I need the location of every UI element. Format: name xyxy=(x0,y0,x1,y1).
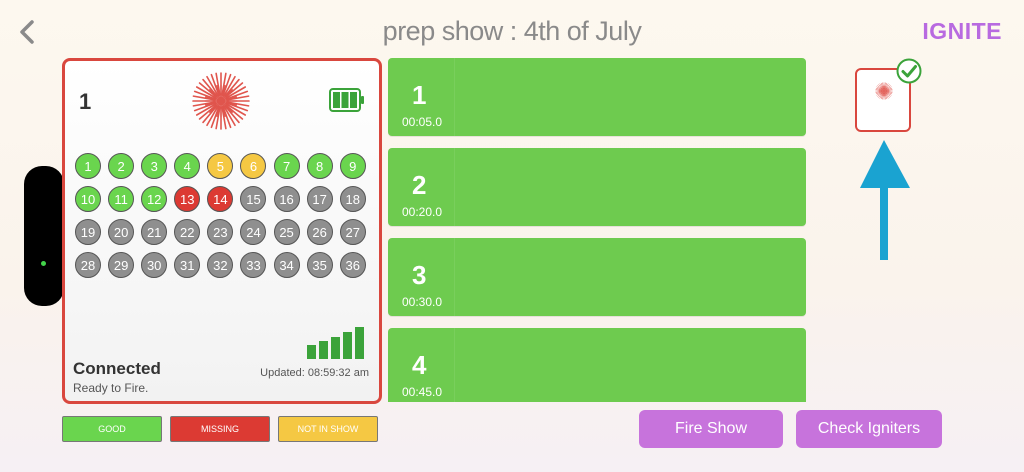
firework-icon xyxy=(875,82,893,100)
cue-circle[interactable]: 6 xyxy=(240,153,267,179)
cue-number: 4 xyxy=(412,350,427,380)
cue-circle[interactable]: 26 xyxy=(306,219,333,245)
cue-circle[interactable]: 2 xyxy=(108,153,135,179)
cue-time: 00:30.0 xyxy=(402,295,443,309)
module-card[interactable]: 1 1 2 3 4 5 6 7 8 9 10 11 12 13 14 15 16 17 18 19 20 21 22 23 2… xyxy=(62,58,382,404)
cue-circle[interactable]: 10 xyxy=(75,186,101,212)
cue-circle[interactable]: 25 xyxy=(273,219,300,245)
cue-circle[interactable]: 13 xyxy=(174,186,201,212)
cue-circle[interactable]: 32 xyxy=(207,252,234,278)
row-divider xyxy=(454,148,455,226)
cue-circle[interactable]: 27 xyxy=(339,219,366,245)
signal-strength-icon xyxy=(307,327,364,359)
cue-circle[interactable]: 16 xyxy=(273,186,300,212)
cue-circle[interactable]: 31 xyxy=(174,252,201,278)
cue-circle[interactable]: 33 xyxy=(240,252,267,278)
cue-time: 00:05.0 xyxy=(402,115,443,129)
cue-circle[interactable]: 34 xyxy=(273,252,300,278)
legend-good: GOOD xyxy=(62,416,162,442)
checkmark-icon xyxy=(896,58,922,84)
show-cue-row[interactable]: 3 00:30.0 xyxy=(388,238,806,316)
side-drawer-handle[interactable] xyxy=(24,166,64,306)
cue-circle[interactable]: 9 xyxy=(339,153,366,179)
cue-number: 1 xyxy=(412,80,427,110)
cue-circle[interactable]: 8 xyxy=(306,153,333,179)
cue-circle[interactable]: 30 xyxy=(141,252,168,278)
row-divider xyxy=(454,58,455,136)
cue-circle[interactable]: 23 xyxy=(207,219,234,245)
fire-show-button[interactable]: Fire Show xyxy=(639,410,783,448)
cue-number: 2 xyxy=(412,170,427,200)
cue-grid: 1 2 3 4 5 6 7 8 9 10 11 12 13 14 15 16 17 18 19 20 21 22 23 24 2… xyxy=(75,153,369,278)
module-number: 1 xyxy=(79,89,92,114)
cue-circle[interactable]: 15 xyxy=(240,186,267,212)
cue-circle[interactable]: 28 xyxy=(75,252,101,278)
show-cue-row[interactable]: 1 00:05.0 xyxy=(388,58,806,136)
cue-circle[interactable]: 21 xyxy=(141,219,168,245)
firework-icon xyxy=(192,72,250,130)
cue-circle[interactable]: 3 xyxy=(141,153,168,179)
cue-circle[interactable]: 4 xyxy=(174,153,201,179)
legend-not-in-show: NOT IN SHOW xyxy=(278,416,378,442)
cue-circle[interactable]: 19 xyxy=(75,219,101,245)
show-cue-row[interactable]: 4 00:45.0 xyxy=(388,328,806,402)
cue-time: 00:20.0 xyxy=(402,205,443,219)
cue-circle[interactable]: 29 xyxy=(108,252,135,278)
cue-circle[interactable]: 22 xyxy=(174,219,201,245)
cue-circle[interactable]: 14 xyxy=(207,186,234,212)
row-divider xyxy=(454,328,455,402)
cue-circle[interactable]: 12 xyxy=(141,186,168,212)
app-logo: IGNITE xyxy=(922,18,1002,44)
cue-circle[interactable]: 18 xyxy=(339,186,366,212)
cue-circle[interactable]: 20 xyxy=(108,219,135,245)
cue-circle[interactable]: 17 xyxy=(306,186,333,212)
cue-circle[interactable]: 5 xyxy=(207,153,234,179)
cue-circle[interactable]: 11 xyxy=(108,186,135,212)
cue-circle[interactable]: 24 xyxy=(240,219,267,245)
cue-time: 00:45.0 xyxy=(402,385,443,399)
page-title: prep show : 4th of July xyxy=(382,16,642,46)
battery-icon xyxy=(329,88,364,112)
arrow-up-icon xyxy=(860,140,910,260)
show-cue-list[interactable]: 1 00:05.0 2 00:20.0 3 00:30.0 4 00:45.0 xyxy=(388,58,808,402)
cue-circle[interactable]: 35 xyxy=(306,252,333,278)
connection-status: Connected xyxy=(73,359,161,378)
cue-circle[interactable]: 1 xyxy=(75,153,101,179)
cue-circle[interactable]: 36 xyxy=(339,252,366,278)
cue-number: 3 xyxy=(412,260,427,290)
legend-missing: MISSING xyxy=(170,416,270,442)
updated-timestamp: Updated: 08:59:32 am xyxy=(260,367,369,379)
row-divider xyxy=(454,238,455,316)
status-dot xyxy=(41,261,46,266)
check-igniters-button[interactable]: Check Igniters xyxy=(796,410,942,448)
ready-status: Ready to Fire. xyxy=(73,381,149,395)
cue-circle[interactable]: 7 xyxy=(273,153,300,179)
show-cue-row[interactable]: 2 00:20.0 xyxy=(388,148,806,226)
